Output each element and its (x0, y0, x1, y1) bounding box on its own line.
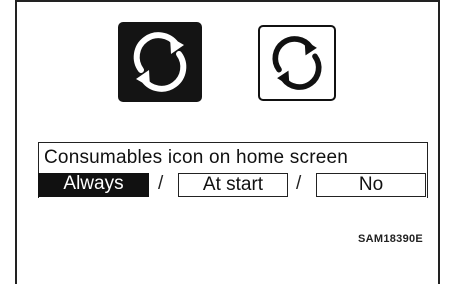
cycle-arrows-icon (133, 32, 187, 92)
setting-label: Consumables icon on home screen (44, 147, 349, 168)
option-always-button[interactable]: Always (38, 173, 149, 197)
figure-code: SAM18390E (358, 233, 424, 245)
option-no-button[interactable]: No (316, 173, 426, 197)
consumables-icon-inactive (258, 25, 336, 101)
option-at-start-button[interactable]: At start (178, 173, 288, 197)
cycle-arrows-icon (272, 36, 322, 90)
option-separator: / (158, 173, 164, 194)
option-separator: / (296, 173, 302, 194)
consumables-icon-active (118, 22, 202, 102)
